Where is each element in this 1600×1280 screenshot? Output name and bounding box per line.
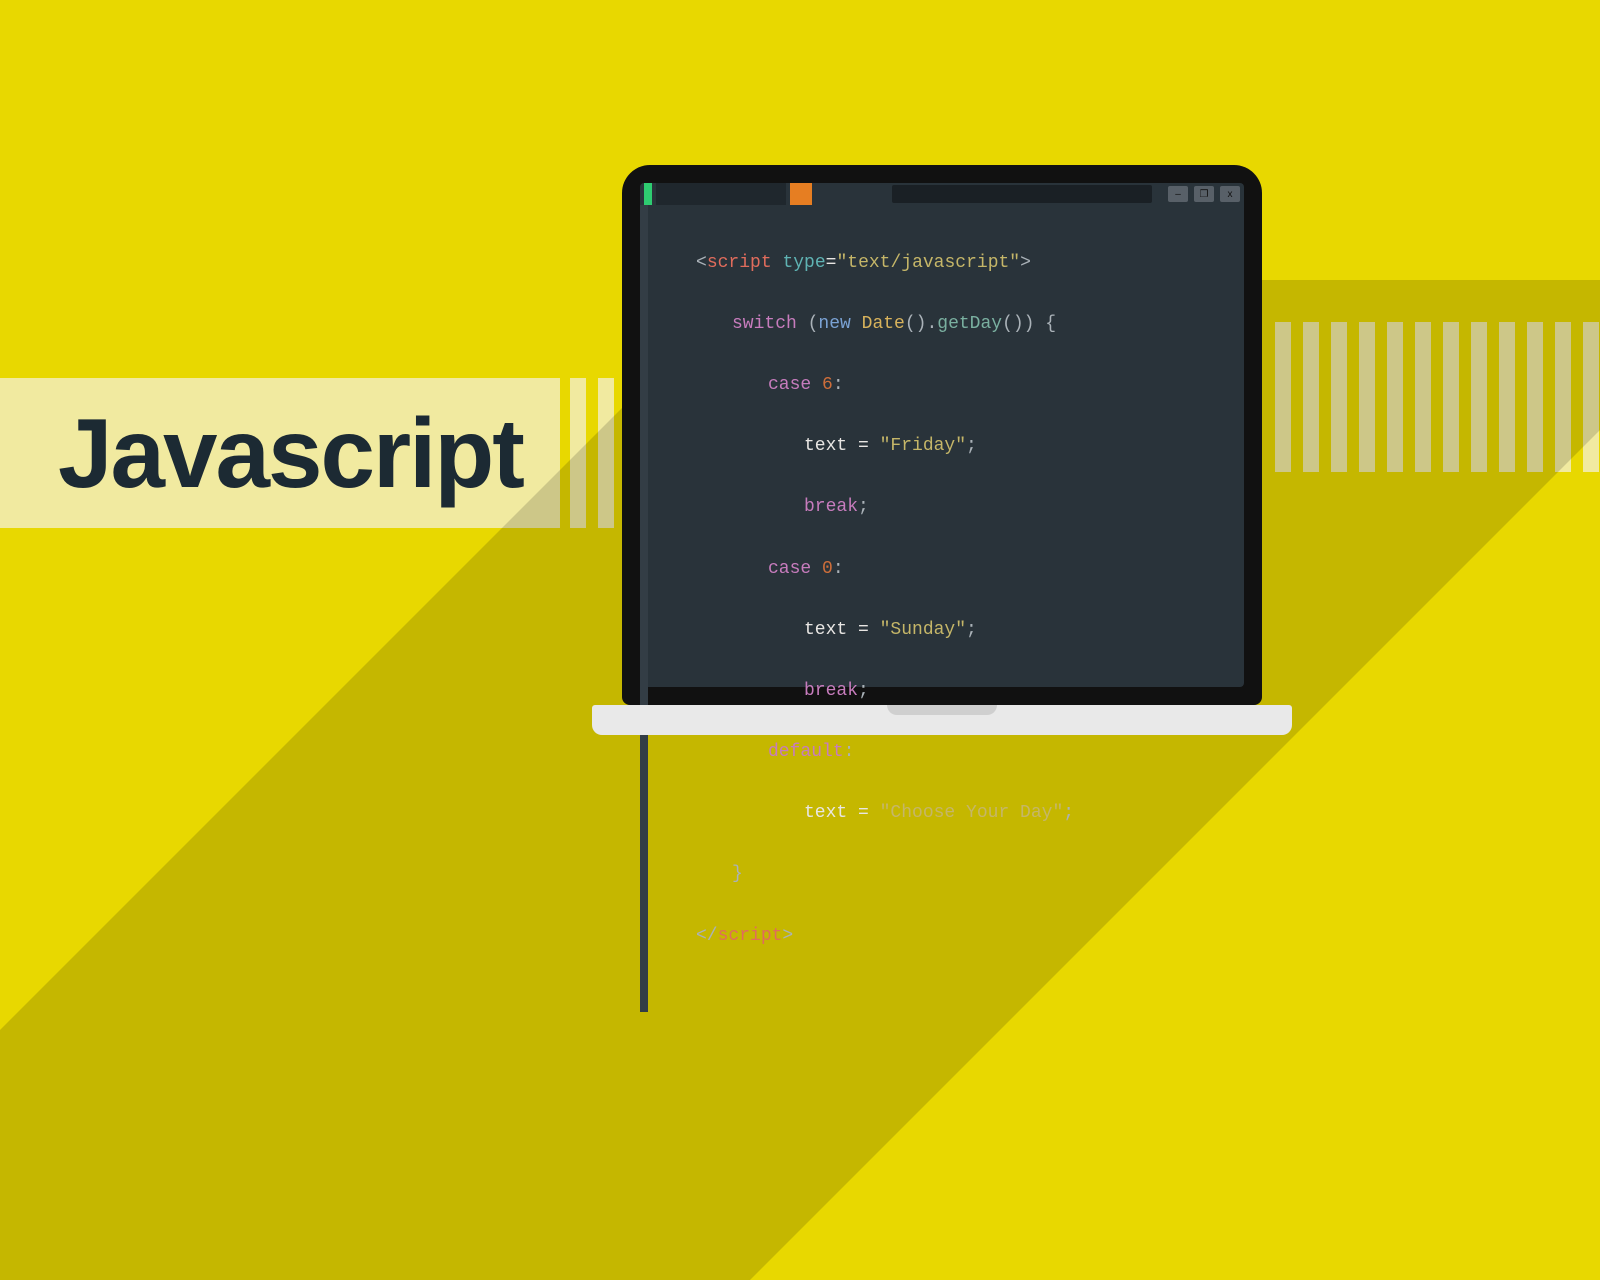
tab [656,183,786,205]
laptop: – ❐ x <script type="text/javascript"> sw… [622,165,1262,735]
maximize-icon: ❐ [1194,186,1214,202]
tab-indicator-active [644,183,652,205]
title-band: Javascript [0,378,560,528]
code-line: break; [696,492,1074,523]
editor-titlebar: – ❐ x [640,183,1244,205]
address-bar [892,185,1152,203]
screen-frame: – ❐ x <script type="text/javascript"> sw… [622,165,1262,705]
editor-body: <script type="text/javascript"> switch (… [640,205,1244,1012]
gutter [640,205,648,1012]
minimize-icon: – [1168,186,1188,202]
code-line: } [696,859,1074,890]
laptop-notch [887,705,997,715]
code-line: case 0: [696,554,1074,585]
tab-indicator-modified [790,183,812,205]
code-line: text = "Sunday"; [696,615,1074,646]
code-line: </script> [696,921,1074,952]
code-line: case 6: [696,370,1074,401]
code-line: default: [696,737,1074,768]
close-icon: x [1220,186,1240,202]
page-title: Javascript [58,397,523,510]
code-line: switch (new Date().getDay()) { [696,309,1074,340]
laptop-base [592,705,1292,735]
code-line: text = "Friday"; [696,431,1074,462]
screen: – ❐ x <script type="text/javascript"> sw… [640,183,1244,687]
code-line: <script type="text/javascript"> [696,248,1074,279]
code-line: text = "Choose Your Day"; [696,798,1074,829]
code-line: break; [696,676,1074,707]
code-block: <script type="text/javascript"> switch (… [656,205,1074,1012]
